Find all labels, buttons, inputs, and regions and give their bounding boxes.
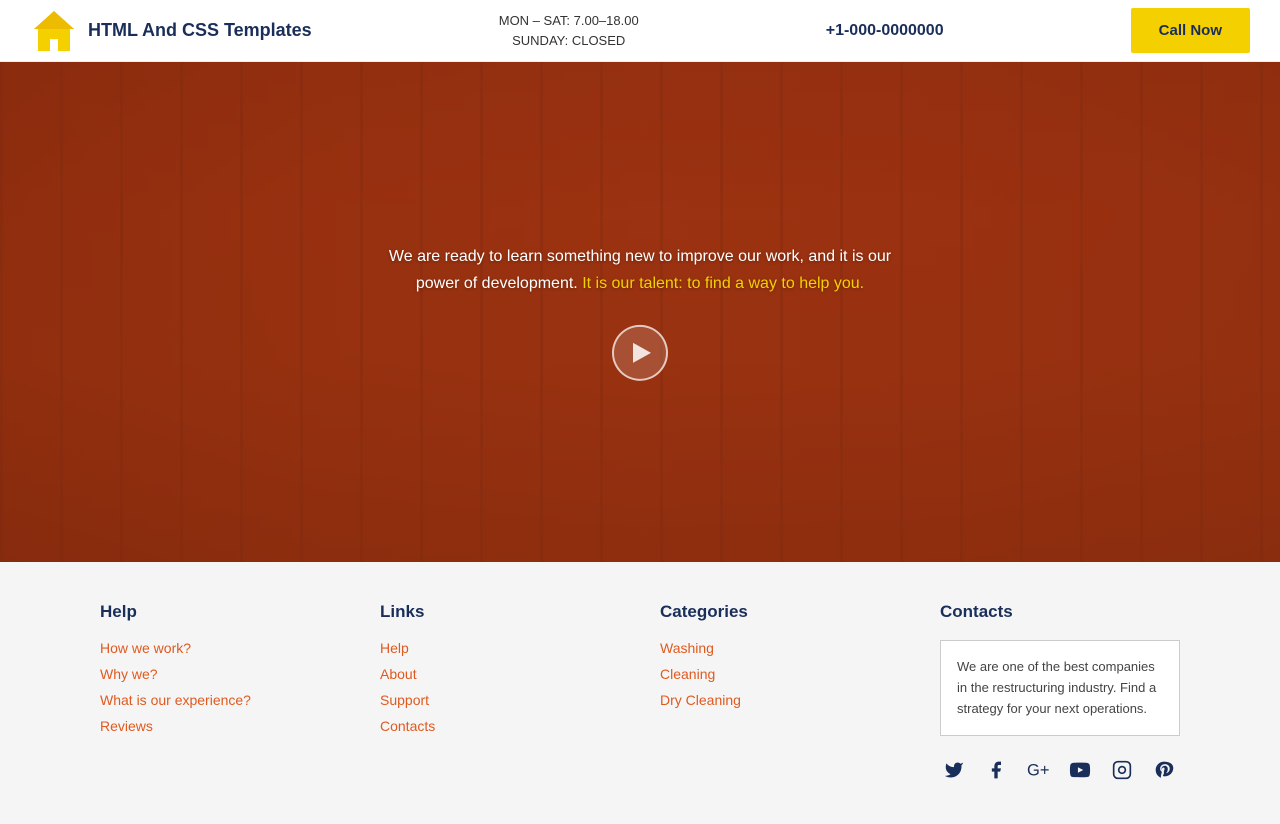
- logo-area: HTML And CSS Templates: [30, 7, 312, 55]
- hero-text-highlight: It is our talent: to find a way to help …: [582, 275, 864, 292]
- footer-link-support[interactable]: Support: [380, 692, 620, 708]
- footer-categories-title: Categories: [660, 602, 900, 622]
- hero-section: We are ready to learn something new to i…: [0, 62, 1280, 562]
- footer: Help How we work? Why we? What is our ex…: [0, 562, 1280, 824]
- footer-col-contacts: Contacts We are one of the best companie…: [920, 602, 1200, 784]
- footer-link-experience[interactable]: What is our experience?: [100, 692, 340, 708]
- footer-col-links: Links Help About Support Contacts: [360, 602, 640, 784]
- footer-col-categories: Categories Washing Cleaning Dry Cleaning: [640, 602, 920, 784]
- svg-text:G+: G+: [1027, 762, 1049, 780]
- footer-links-title: Links: [380, 602, 620, 622]
- facebook-icon[interactable]: [982, 756, 1010, 784]
- instagram-icon[interactable]: [1108, 756, 1136, 784]
- hero-content: We are ready to learn something new to i…: [380, 243, 900, 381]
- pinterest-icon[interactable]: [1150, 756, 1178, 784]
- phone-number: +1-000-0000000: [826, 22, 944, 40]
- footer-link-cleaning[interactable]: Cleaning: [660, 666, 900, 682]
- call-now-button[interactable]: Call Now: [1131, 8, 1250, 53]
- footer-link-washing[interactable]: Washing: [660, 640, 900, 656]
- footer-link-why-we[interactable]: Why we?: [100, 666, 340, 682]
- play-button[interactable]: [612, 325, 668, 381]
- googleplus-icon[interactable]: G+: [1024, 756, 1052, 784]
- schedule-line1: MON – SAT: 7.00–18.00: [499, 11, 639, 31]
- youtube-icon[interactable]: [1066, 756, 1094, 784]
- footer-link-contacts[interactable]: Contacts: [380, 718, 620, 734]
- footer-contacts-title: Contacts: [940, 602, 1180, 622]
- social-icons: G+: [940, 756, 1180, 784]
- contact-description: We are one of the best companies in the …: [957, 659, 1156, 716]
- schedule-info: MON – SAT: 7.00–18.00 SUNDAY: CLOSED: [499, 11, 639, 50]
- contact-description-box: We are one of the best companies in the …: [940, 640, 1180, 736]
- twitter-icon[interactable]: [940, 756, 968, 784]
- header: HTML And CSS Templates MON – SAT: 7.00–1…: [0, 0, 1280, 62]
- footer-link-reviews[interactable]: Reviews: [100, 718, 340, 734]
- play-icon: [633, 343, 651, 363]
- footer-link-about[interactable]: About: [380, 666, 620, 682]
- schedule-line2: SUNDAY: CLOSED: [499, 31, 639, 51]
- hero-text: We are ready to learn something new to i…: [380, 243, 900, 297]
- logo-text: HTML And CSS Templates: [88, 20, 312, 41]
- footer-col-help: Help How we work? Why we? What is our ex…: [80, 602, 360, 784]
- logo-icon: [30, 7, 78, 55]
- footer-link-how-we-work[interactable]: How we work?: [100, 640, 340, 656]
- footer-link-help[interactable]: Help: [380, 640, 620, 656]
- footer-link-dry-cleaning[interactable]: Dry Cleaning: [660, 692, 900, 708]
- footer-help-title: Help: [100, 602, 340, 622]
